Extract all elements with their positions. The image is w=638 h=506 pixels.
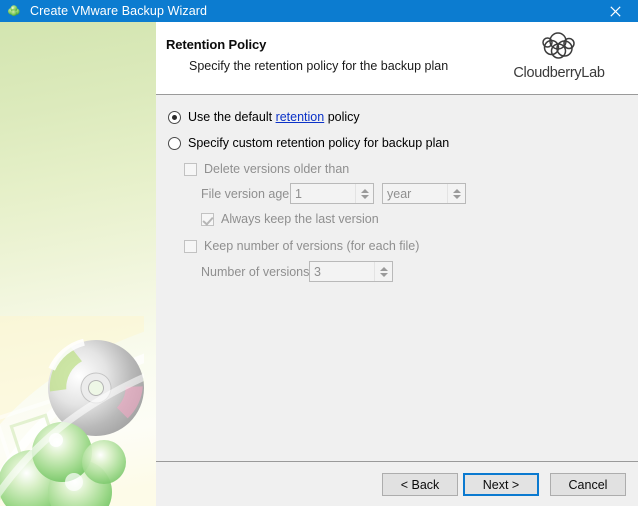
checkbox-keep-number-of-versions[interactable]: Keep number of versions (for each file) [184,239,419,253]
radio-indicator [168,136,181,150]
checkbox-label: Always keep the last version [221,212,379,226]
titlebar: Create VMware Backup Wizard [0,0,638,22]
file-version-age-stepper[interactable]: 1 [290,183,374,204]
radio-label: Specify custom retention policy for back… [188,136,450,150]
radio-label-prefix: Use the default [188,110,276,124]
page-subtitle: Specify the retention policy for the bac… [189,59,449,73]
radio-indicator [168,110,181,124]
number-of-versions-label: Number of versions: [201,265,313,279]
radio-label-suffix: policy [324,110,360,124]
spinner-arrows-icon[interactable] [447,184,465,203]
number-of-versions-stepper[interactable]: 3 [309,261,393,282]
file-version-age-label: File version age: [201,187,293,201]
spinner-arrows-icon[interactable] [374,262,392,281]
brand-logo: CloudberryLab [496,27,622,81]
cancel-button[interactable]: Cancel [550,473,626,496]
checkbox-indicator [184,162,197,176]
close-icon[interactable] [593,0,638,22]
spinner-arrows-icon[interactable] [355,184,373,203]
wizard-footer: < Back Next > Cancel [156,461,638,506]
number-of-versions-value[interactable]: 3 [310,262,374,281]
brand-name: CloudberryLab [513,65,605,81]
radio-use-default-retention-policy[interactable]: Use the default retention policy [168,110,360,124]
retention-link[interactable]: retention [276,110,325,124]
page-title: Retention Policy [166,37,267,52]
window-title: Create VMware Backup Wizard [30,4,208,18]
checkbox-always-keep-last-version[interactable]: Always keep the last version [201,212,379,226]
next-button[interactable]: Next > [463,473,539,496]
wizard-banner [0,22,156,506]
back-button[interactable]: < Back [382,473,458,496]
checkbox-label: Keep number of versions (for each file) [204,239,420,253]
wizard-window: Create VMware Backup Wizard Retention Po… [0,0,638,506]
file-version-age-unit-value[interactable]: year [383,184,447,203]
file-version-age-unit-select[interactable]: year [382,183,466,204]
wizard-content: Use the default retention policy Specify… [156,95,638,461]
checkbox-indicator [184,239,197,253]
cloudberry-disc-artwork [0,316,156,506]
checkbox-delete-versions-older-than[interactable]: Delete versions older than [184,162,349,176]
cloud-icon [496,27,622,64]
radio-label: Use the default retention policy [188,110,360,124]
wizard-header: Retention Policy Specify the retention p… [156,22,638,95]
file-version-age-value[interactable]: 1 [291,184,355,203]
radio-specify-custom-retention-policy[interactable]: Specify custom retention policy for back… [168,136,449,150]
checkbox-indicator [201,212,214,226]
cloudberry-icon [6,3,22,19]
checkbox-label: Delete versions older than [204,162,350,176]
